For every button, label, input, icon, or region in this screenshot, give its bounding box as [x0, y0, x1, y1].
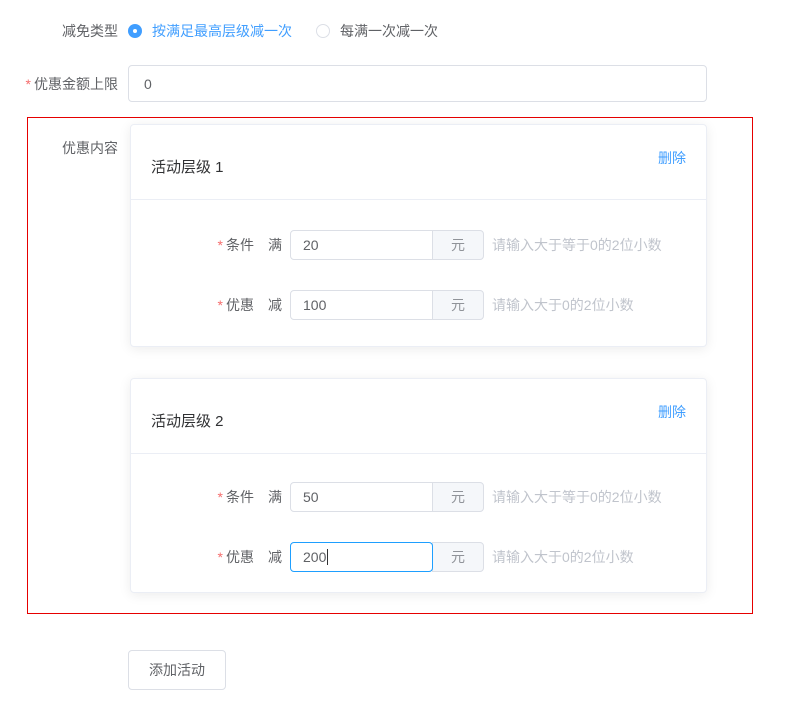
- discount-input-group: 元: [290, 542, 484, 572]
- discount-row: *优惠 减 元 请输入大于0的2位小数: [151, 542, 686, 572]
- add-activity-button[interactable]: 添加活动: [128, 650, 226, 690]
- text-cursor: [327, 549, 328, 565]
- discount-cap-label: *优惠金额上限: [0, 74, 118, 94]
- discount-prefix-label: 减: [268, 295, 282, 315]
- condition-prefix-label: 满: [268, 235, 282, 255]
- discount-content-label: 优惠内容: [28, 124, 118, 158]
- discount-type-label: 减免类型: [0, 21, 118, 41]
- tier-card-2: 活动层级 2 删除 *条件 满 元 请输入大于等于0的2位小数 *优惠 减: [130, 378, 707, 593]
- radio-dot-icon: [133, 29, 137, 33]
- discount-type-radio-group: 按满足最高层级减一次 每满一次减一次: [128, 21, 438, 41]
- discount-amount-input[interactable]: [290, 290, 433, 320]
- required-asterisk: *: [218, 489, 223, 505]
- radio-option-label[interactable]: 每满一次减一次: [340, 21, 438, 41]
- condition-amount-input[interactable]: [290, 230, 433, 260]
- radio-option-label[interactable]: 按满足最高层级减一次: [152, 21, 292, 41]
- input-hint-text: 请输入大于等于0的2位小数: [492, 487, 662, 507]
- input-hint-text: 请输入大于0的2位小数: [492, 295, 634, 315]
- unit-yuan-suffix: 元: [432, 230, 484, 260]
- condition-input-group: 元: [290, 230, 484, 260]
- unit-yuan-suffix: 元: [432, 482, 484, 512]
- condition-row: *条件 满 元 请输入大于等于0的2位小数: [151, 230, 686, 260]
- discount-type-row: 减免类型 按满足最高层级减一次 每满一次减一次: [0, 21, 812, 41]
- tier-card-list: 活动层级 1 删除 *条件 满 元 请输入大于等于0的2位小数 *优惠 减: [130, 124, 707, 593]
- tier-card-header: 活动层级 1 删除: [131, 125, 706, 200]
- delete-tier-link[interactable]: 删除: [658, 402, 686, 422]
- radio-selected-icon[interactable]: [128, 24, 142, 38]
- discount-content-error-box: 优惠内容 活动层级 1 删除 *条件 满 元 请输入大于等于0的2位小数: [27, 117, 753, 614]
- required-asterisk: *: [218, 297, 223, 313]
- condition-row: *条件 满 元 请输入大于等于0的2位小数: [151, 482, 686, 512]
- unit-yuan-suffix: 元: [432, 542, 484, 572]
- discount-cap-row: *优惠金额上限: [0, 65, 812, 102]
- tier-card-header: 活动层级 2 删除: [131, 379, 706, 454]
- radio-unselected-icon[interactable]: [316, 24, 330, 38]
- input-hint-text: 请输入大于0的2位小数: [492, 547, 634, 567]
- input-hint-text: 请输入大于等于0的2位小数: [492, 235, 662, 255]
- discount-label: *优惠: [151, 547, 254, 567]
- tier-title: 活动层级 2: [151, 410, 224, 431]
- tier-card-1: 活动层级 1 删除 *条件 满 元 请输入大于等于0的2位小数 *优惠 减: [130, 124, 707, 347]
- condition-label: *条件: [151, 487, 254, 507]
- condition-input-group: 元: [290, 482, 484, 512]
- discount-prefix-label: 减: [268, 547, 282, 567]
- discount-input-group: 元: [290, 290, 484, 320]
- tier-card-body: *条件 满 元 请输入大于等于0的2位小数 *优惠 减 元 请输入大于0的2: [131, 200, 706, 346]
- condition-label: *条件: [151, 235, 254, 255]
- focused-input-wrap: [290, 542, 433, 572]
- condition-prefix-label: 满: [268, 487, 282, 507]
- required-asterisk: *: [218, 237, 223, 253]
- radio-option-highest-tier[interactable]: 按满足最高层级减一次: [128, 21, 292, 41]
- condition-amount-input[interactable]: [290, 482, 433, 512]
- discount-label: *优惠: [151, 295, 254, 315]
- required-asterisk: *: [218, 549, 223, 565]
- discount-cap-input[interactable]: [128, 65, 707, 102]
- required-asterisk: *: [26, 76, 31, 92]
- unit-yuan-suffix: 元: [432, 290, 484, 320]
- radio-option-every-time[interactable]: 每满一次减一次: [316, 21, 438, 41]
- tier-title: 活动层级 1: [151, 156, 224, 177]
- tier-card-body: *条件 满 元 请输入大于等于0的2位小数 *优惠 减: [131, 454, 706, 592]
- discount-amount-input-focused[interactable]: [290, 542, 433, 572]
- discount-row: *优惠 减 元 请输入大于0的2位小数: [151, 290, 686, 320]
- delete-tier-link[interactable]: 删除: [658, 148, 686, 168]
